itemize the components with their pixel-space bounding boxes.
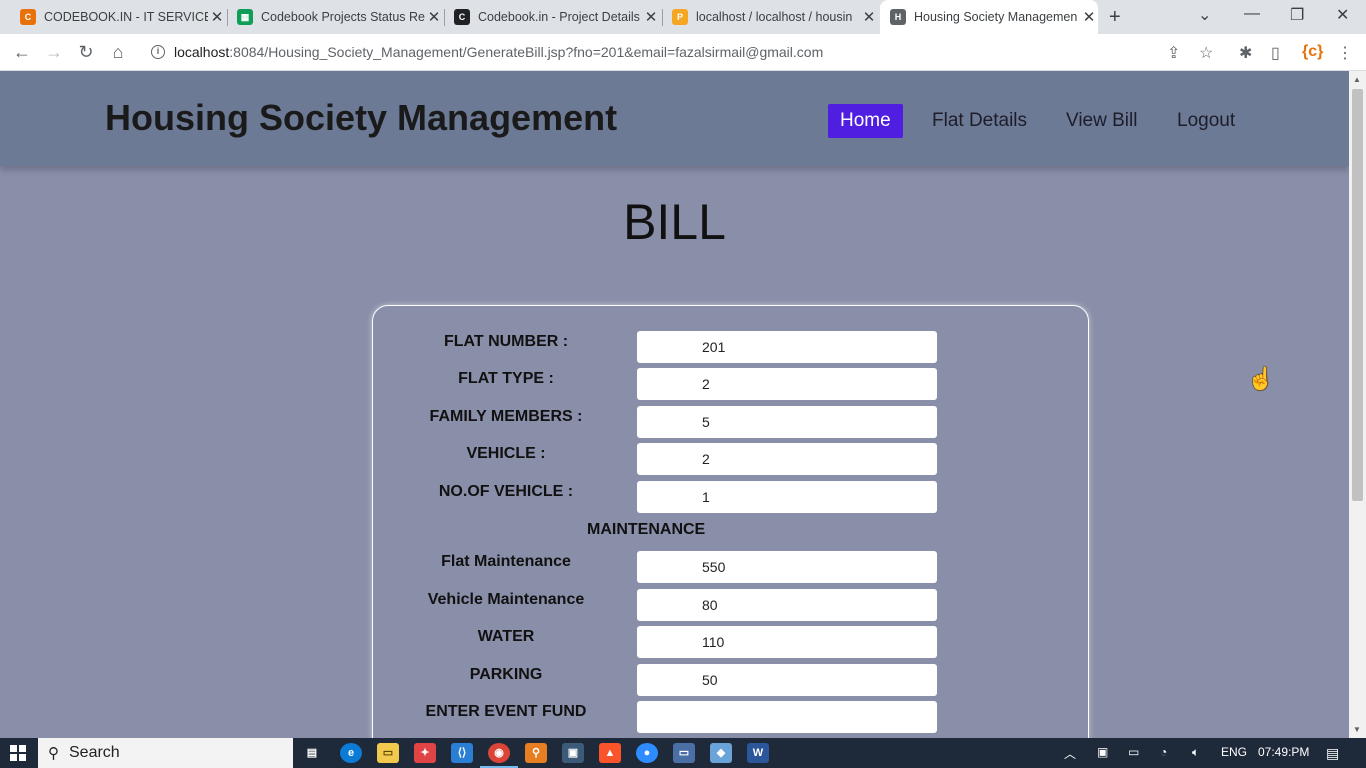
file-explorer-icon[interactable]: ▭	[377, 743, 399, 763]
tab-divider	[662, 9, 663, 26]
chrome-icon[interactable]: ◉	[480, 743, 518, 768]
close-icon[interactable]: ✕	[642, 8, 660, 26]
restore-icon[interactable]: ❐	[1290, 5, 1304, 25]
extensions-icon[interactable]: ✱	[1239, 43, 1252, 63]
search-placeholder: Search	[69, 744, 120, 761]
minimize-icon[interactable]: —	[1244, 5, 1260, 23]
sheets-icon: ▦	[237, 9, 253, 25]
url-path: :8084/Housing_Society_Management/Generat…	[229, 44, 824, 60]
home-icon[interactable]: ⌂	[107, 41, 129, 63]
flat-type-field[interactable]: 2	[637, 368, 937, 400]
task-view-icon[interactable]: ▤	[301, 743, 323, 763]
site-header: Housing Society Management Home Flat Det…	[0, 71, 1349, 166]
remote-desktop-icon[interactable]: ▭	[673, 743, 695, 763]
tab-phpmyadmin[interactable]: P localhost / localhost / housin ✕	[664, 0, 878, 34]
windows-taskbar: ⚲ Search ▤ e ▭ ✦ ⟨⟩ ◉ ⚲ ▣ ▲ ● ▭ ◆ W ︿ ▣ …	[0, 738, 1366, 768]
no-of-vehicle-field[interactable]: 1	[637, 481, 937, 513]
new-tab-icon[interactable]: +	[1109, 6, 1121, 29]
tab-project-status[interactable]: ▦ Codebook Projects Status Re ✕	[229, 0, 443, 34]
nav-logout[interactable]: Logout	[1177, 104, 1235, 138]
scroll-down-icon[interactable]: ▼	[1353, 725, 1361, 734]
vehicle-field[interactable]: 2	[637, 443, 937, 475]
scroll-up-icon[interactable]: ▲	[1353, 75, 1361, 84]
tab-search-icon[interactable]: ⌄	[1198, 5, 1211, 25]
taskbar-search[interactable]: ⚲ Search	[38, 738, 293, 768]
page-title: BILL	[623, 194, 726, 250]
close-icon[interactable]: ✕	[425, 8, 443, 26]
battery-icon[interactable]: ▭	[1128, 745, 1139, 759]
close-icon[interactable]: ✕	[860, 8, 878, 26]
meet-icon[interactable]: ▣	[1097, 745, 1108, 759]
browser-tab-strip: C CODEBOOK.IN - IT SERVICES ✕ ▦ Codebook…	[0, 0, 1366, 34]
address-bar[interactable]: localhost:8084/Housing_Society_Managemen…	[174, 44, 823, 60]
share-icon[interactable]: ⇪	[1167, 43, 1180, 63]
no-of-vehicle-label: NO.OF VEHICLE :	[438, 483, 574, 500]
vehicle-maintenance-label: Vehicle Maintenance	[427, 591, 585, 608]
reload-icon[interactable]: ↻	[75, 41, 97, 63]
tab-divider	[227, 9, 228, 26]
windows-start-icon[interactable]	[10, 745, 26, 761]
clock[interactable]: 07:49:PM	[1258, 745, 1309, 759]
apps-icon[interactable]: ✦	[414, 743, 436, 763]
virtualbox-icon[interactable]: ◆	[710, 743, 732, 763]
event-fund-input[interactable]	[637, 701, 937, 733]
back-icon[interactable]: ←	[11, 41, 33, 63]
phpmyadmin-icon: P	[672, 9, 688, 25]
brave-icon[interactable]: ▲	[599, 743, 621, 763]
housing-icon: H	[890, 9, 906, 25]
site-brand: Housing Society Management	[105, 97, 618, 138]
codebook-icon: C	[20, 9, 36, 25]
close-icon[interactable]: ✕	[208, 8, 226, 26]
tab-project-details[interactable]: C Codebook.in - Project Details ✕	[446, 0, 660, 34]
event-fund-label: ENTER EVENT FUND	[425, 703, 587, 720]
search-icon: ⚲	[48, 745, 59, 762]
flat-number-field[interactable]: 201	[637, 331, 937, 363]
volume-icon[interactable]: 🔈︎	[1192, 745, 1199, 760]
browser-toolbar: ← → ↻ ⌂ i localhost:8084/Housing_Society…	[0, 34, 1366, 71]
parking-field[interactable]: 50	[637, 664, 937, 696]
tab-housing-society[interactable]: H Housing Society Managemen ✕	[880, 0, 1098, 34]
url-host: localhost	[174, 44, 230, 60]
scrollbar-thumb[interactable]	[1352, 89, 1363, 501]
notification-icon[interactable]: ▤	[1326, 745, 1339, 762]
page-scrollbar[interactable]: ▲ ▼	[1349, 71, 1366, 738]
page-content: Housing Society Management Home Flat Det…	[0, 71, 1349, 738]
tab-codebook-it-services[interactable]: C CODEBOOK.IN - IT SERVICES ✕	[12, 0, 226, 34]
flat-maintenance-label: Flat Maintenance	[441, 553, 571, 570]
vehicle-maintenance-field[interactable]: 80	[637, 589, 937, 621]
bookmark-star-icon[interactable]: ☆	[1199, 43, 1213, 63]
tab-divider	[444, 9, 445, 26]
vehicle-label: VEHICLE :	[466, 445, 546, 462]
flat-maintenance-field[interactable]: 550	[637, 551, 937, 583]
nav-flat-details[interactable]: Flat Details	[932, 104, 1027, 138]
wifi-icon[interactable]: ◔	[1160, 745, 1167, 759]
zoom-icon[interactable]: ●	[636, 743, 658, 763]
vscode-icon[interactable]: ⟨⟩	[451, 743, 473, 763]
window-close-icon[interactable]: ✕	[1336, 5, 1349, 25]
edge-icon[interactable]: e	[340, 743, 362, 763]
codebook-dark-icon: C	[454, 9, 470, 25]
language-indicator[interactable]: ENG	[1221, 745, 1247, 759]
nav-home[interactable]: Home	[828, 104, 903, 138]
tray-overflow-icon[interactable]: ︿	[1064, 745, 1076, 762]
menu-icon[interactable]: ⋮	[1337, 43, 1353, 63]
terminal-icon[interactable]: ▣	[562, 743, 584, 763]
parking-label: PARKING	[469, 666, 543, 683]
close-icon[interactable]: ✕	[1080, 8, 1098, 26]
family-members-field[interactable]: 5	[637, 406, 937, 438]
flat-number-label: FLAT NUMBER :	[443, 333, 569, 350]
search-tool-icon[interactable]: ⚲	[525, 743, 547, 763]
site-info-icon[interactable]: i	[151, 45, 165, 59]
hand-cursor-icon: ☝	[1247, 366, 1275, 391]
forward-icon[interactable]: →	[43, 41, 65, 63]
water-field[interactable]: 110	[637, 626, 937, 658]
codebook-extension-icon[interactable]: {c}	[1302, 43, 1323, 61]
word-icon[interactable]: W	[747, 743, 769, 763]
family-members-label: FAMILY MEMBERS :	[429, 408, 583, 425]
flat-type-label: FLAT TYPE :	[458, 370, 554, 387]
maintenance-heading: MAINTENANCE	[587, 521, 706, 538]
nav-view-bill[interactable]: View Bill	[1066, 104, 1137, 138]
water-label: WATER	[477, 628, 535, 645]
side-panel-icon[interactable]: ▯	[1271, 43, 1280, 63]
